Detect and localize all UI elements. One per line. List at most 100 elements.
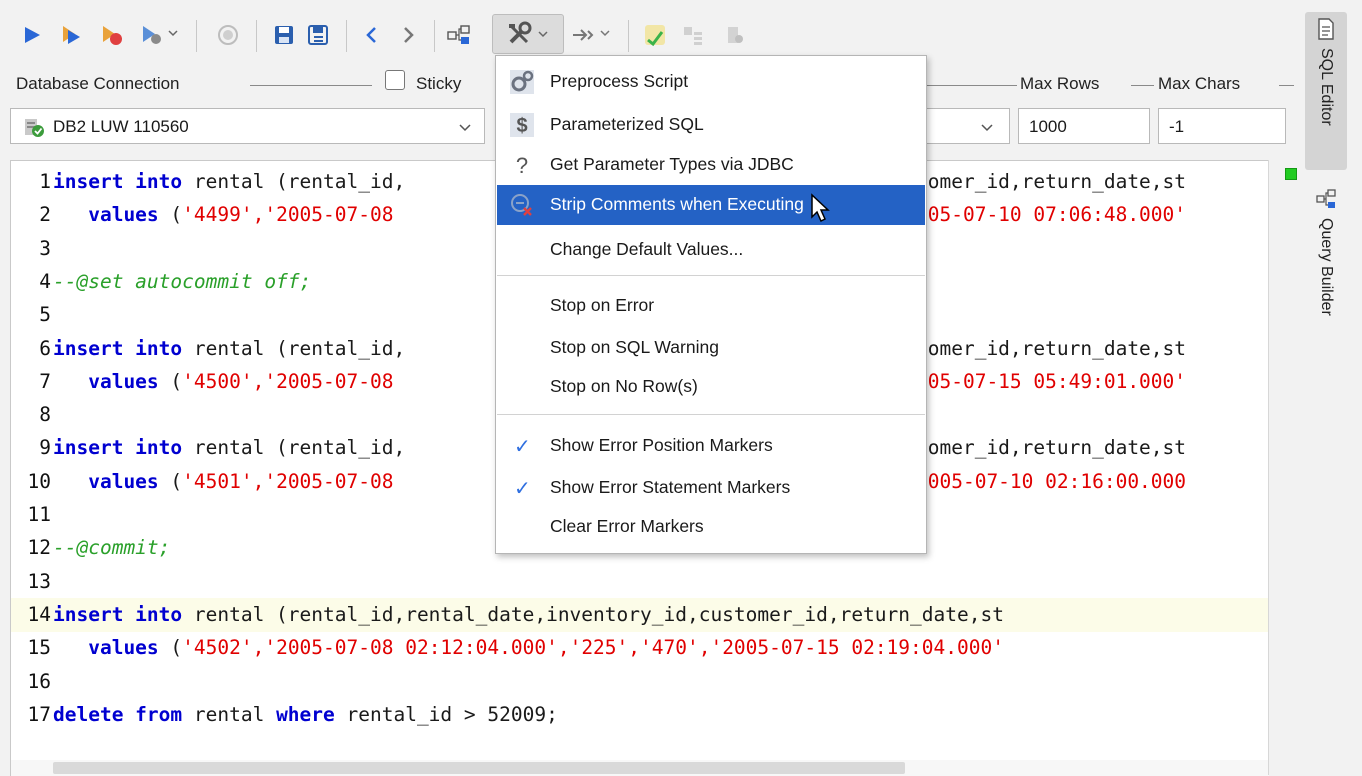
line-number: 1 xyxy=(39,170,51,193)
line-number: 2 xyxy=(39,203,51,227)
editor-overview-ruler xyxy=(1268,160,1301,775)
save-as-icon[interactable] xyxy=(304,20,332,50)
code-line: 15 values ('4502','2005-07-08 02:12:04.0… xyxy=(11,631,1269,665)
code-text: --@set autocommit off; xyxy=(53,269,312,293)
code-line: 13 xyxy=(11,565,1269,599)
line-number: 8 xyxy=(39,403,51,427)
code-text-right: 005-07-10 07:06:48.000' xyxy=(916,203,1187,227)
database-icon xyxy=(25,119,44,137)
max-rows-label: Max Rows xyxy=(1020,74,1100,93)
secondary-select[interactable] xyxy=(925,108,1010,144)
menu-item-strip-comments-when-executing[interactable]: Strip Comments when Executing xyxy=(497,185,925,225)
database-connection-label: Database Connection xyxy=(16,74,180,93)
chevron-down-icon xyxy=(981,124,993,132)
menu-item-label: Stop on SQL Warning xyxy=(550,337,719,357)
menu-item-label: Show Error Statement Markers xyxy=(550,477,791,497)
connection-selected-value: DB2 LUW 110560 xyxy=(53,117,189,136)
gears-icon xyxy=(507,67,537,97)
menu-item-label: Stop on Error xyxy=(550,295,655,315)
menu-item-stop-on-no-row-s[interactable]: Stop on No Row(s) xyxy=(497,367,925,407)
line-number: 13 xyxy=(27,569,51,593)
chevron-down-icon[interactable] xyxy=(166,26,180,40)
line-number: 5 xyxy=(39,303,51,327)
tab-query-builder-label: Query Builder xyxy=(1318,218,1335,316)
max-chars-label: Max Chars xyxy=(1158,74,1241,93)
menu-item-label: Preprocess Script xyxy=(550,71,689,91)
code-text-right: 005-07-15 05:49:01.000' xyxy=(916,369,1187,393)
max-chars-input[interactable]: -1 xyxy=(1158,108,1286,144)
line-number: 10 xyxy=(27,469,51,493)
horizontal-scrollbar[interactable] xyxy=(11,760,1269,776)
menu-item-clear-error-markers[interactable]: Clear Error Markers xyxy=(497,507,925,547)
back-icon[interactable] xyxy=(360,20,384,50)
forward-icon[interactable] xyxy=(396,20,420,50)
table-icon[interactable] xyxy=(680,20,706,50)
code-text: values ('4502','2005-07-08 02:12:04.000'… xyxy=(53,636,1004,660)
query-builder-icon xyxy=(1316,189,1336,208)
code-text: --@commit; xyxy=(53,536,171,560)
svg-text:?: ? xyxy=(516,153,528,178)
code-line: 16 xyxy=(11,665,1269,699)
chevron-down-icon xyxy=(459,124,471,132)
line-number: 7 xyxy=(39,369,51,393)
tools-icon[interactable] xyxy=(492,14,564,54)
code-text-right: tomer_id,return_date,st xyxy=(916,170,1187,193)
run-step-icon[interactable] xyxy=(98,20,126,50)
menu-item-label: Change Default Values... xyxy=(550,239,744,259)
menu-separator xyxy=(497,414,925,415)
dollar-icon: $ xyxy=(507,110,537,140)
menu-item-label: Strip Comments when Executing xyxy=(550,194,804,214)
menu-item-label: Show Error Position Markers xyxy=(550,435,773,455)
menu-item-preprocess-script[interactable]: Preprocess Script xyxy=(497,62,925,102)
group-divider xyxy=(250,85,372,86)
stop-icon[interactable] xyxy=(214,20,242,50)
connection-select[interactable]: DB2 LUW 110560 xyxy=(10,108,485,144)
chevron-down-icon[interactable] xyxy=(598,26,612,40)
query-icon[interactable] xyxy=(722,20,748,50)
scrollbar-thumb[interactable] xyxy=(53,762,905,774)
line-number: 4 xyxy=(39,269,51,293)
menu-item-stop-on-sql-warning[interactable]: Stop on SQL Warning xyxy=(497,328,925,368)
menu-separator xyxy=(497,275,925,276)
max-rows-input[interactable]: 1000 xyxy=(1018,108,1150,144)
question-icon: ? xyxy=(507,150,537,180)
line-number: 3 xyxy=(39,236,51,260)
checkmark-icon: ✓ xyxy=(514,478,531,500)
code-text-right: tomer_id,return_date,st xyxy=(916,436,1187,460)
menu-item-label: Get Parameter Types via JDBC xyxy=(550,154,794,174)
code-text: values ('4500','2005-07-08 xyxy=(53,369,394,393)
code-line: 14 insert into rental (rental_id,rental_d… xyxy=(11,597,1269,632)
group-divider xyxy=(925,85,1017,86)
group-divider xyxy=(1279,85,1294,86)
tab-query-builder[interactable]: Query Builder xyxy=(1305,188,1347,378)
menu-item-show-error-position-markers[interactable]: ✓ Show Error Position Markers xyxy=(497,426,925,466)
tab-sql-editor[interactable]: SQL Editor xyxy=(1305,12,1347,170)
tab-sql-editor-label: SQL Editor xyxy=(1318,48,1335,126)
line-number: 17 xyxy=(27,702,51,726)
menu-item-stop-on-error[interactable]: Stop on Error xyxy=(497,286,925,326)
line-number: 16 xyxy=(27,669,51,693)
chevron-down-icon xyxy=(538,31,548,38)
menu-item-label: Parameterized SQL xyxy=(550,114,704,134)
explain-plan-icon[interactable] xyxy=(444,20,474,50)
line-number: 9 xyxy=(39,436,51,460)
sticky-checkbox[interactable] xyxy=(385,70,405,90)
format-icon[interactable] xyxy=(570,20,596,50)
run-options-icon[interactable] xyxy=(138,20,166,50)
menu-item-get-parameter-types-via-jdbc[interactable]: ? Get Parameter Types via JDBC xyxy=(497,145,925,185)
run-icon[interactable] xyxy=(18,20,46,50)
menu-item-parameterized-sql[interactable]: $ Parameterized SQL xyxy=(497,105,925,145)
line-number: 12 xyxy=(27,536,51,560)
line-number: 11 xyxy=(27,503,51,526)
run-current-icon[interactable] xyxy=(58,20,86,50)
checkmark-icon: ✓ xyxy=(514,436,531,458)
menu-item-show-error-statement-markers[interactable]: ✓ Show Error Statement Markers xyxy=(497,468,925,508)
menu-item-label: Clear Error Markers xyxy=(550,516,704,536)
commit-icon[interactable] xyxy=(640,20,670,50)
menu-item-change-default-values[interactable]: Change Default Values... xyxy=(497,230,925,270)
save-icon[interactable] xyxy=(270,20,298,50)
code-text-right: 2005-07-10 02:16:00.000 xyxy=(916,469,1187,493)
code-text: values ('4499','2005-07-08 xyxy=(53,203,394,227)
code-text: values ('4501','2005-07-08 xyxy=(53,469,394,493)
code-line: 17 delete from rental where rental_id > 5… xyxy=(11,698,1269,732)
